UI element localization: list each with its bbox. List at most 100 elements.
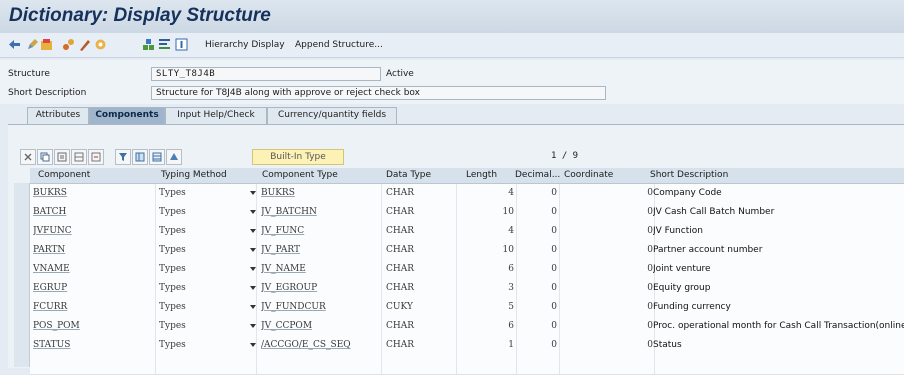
column-divider — [456, 241, 457, 260]
component-type-cell[interactable]: JV_PART — [261, 241, 379, 260]
cut-icon[interactable] — [20, 149, 36, 165]
coordinate-cell: 0 — [647, 283, 653, 293]
component-cell[interactable]: VNAME — [33, 260, 153, 279]
typing-method-cell[interactable]: Types — [159, 184, 244, 203]
typing-method-cell[interactable]: Types — [159, 222, 244, 241]
table-row[interactable]: PARTN Types JV_PART CHAR 10 0 0 Partner account… — [30, 241, 904, 261]
component-type-cell[interactable]: JV_FUNC — [261, 222, 379, 241]
col-short-description[interactable]: Short Description — [650, 170, 728, 180]
column-divider — [516, 336, 517, 355]
built-in-type-button[interactable]: Built-In Type — [252, 149, 344, 165]
data-type-cell: CHAR — [386, 264, 415, 274]
table-row[interactable]: POS_POM Types JV_CCPOM CHAR 6 0 0 Proc. operati… — [30, 317, 904, 337]
col-component[interactable]: Component — [38, 170, 90, 180]
filter-icon[interactable] — [115, 149, 131, 165]
typing-method-cell[interactable]: Types — [159, 336, 244, 355]
activate-icon[interactable] — [40, 38, 53, 51]
tab-components[interactable]: Components — [89, 107, 165, 124]
component-type-cell[interactable]: JV_BATCHN — [261, 203, 379, 222]
component-cell[interactable]: BUKRS — [33, 184, 153, 203]
object-list-icon[interactable] — [142, 38, 155, 51]
column-layout-icon[interactable] — [132, 149, 148, 165]
column-divider — [516, 241, 517, 260]
dropdown-arrow-icon[interactable] — [250, 286, 256, 290]
coordinate-cell: 0 — [647, 302, 653, 312]
component-type-cell[interactable]: BUKRS — [261, 184, 379, 203]
tab-currency-quantity-fields[interactable]: Currency/quantity fields — [267, 107, 397, 124]
column-divider — [559, 317, 560, 336]
hierarchy-tree-icon[interactable] — [158, 38, 171, 51]
dropdown-arrow-icon[interactable] — [250, 324, 256, 328]
table-row[interactable]: JVFUNC Types JV_FUNC CHAR 4 0 0 JV Function — [30, 222, 904, 242]
typing-method-cell[interactable]: Types — [159, 241, 244, 260]
paste-icon[interactable] — [54, 149, 70, 165]
column-divider — [456, 279, 457, 298]
component-type-cell[interactable]: JV_EGROUP — [261, 279, 379, 298]
table-row[interactable]: FCURR Types JV_FUNDCUR CUKY 5 0 0 Funding curre… — [30, 298, 904, 318]
col-coordinate[interactable]: Coordinate — [564, 170, 613, 180]
row-selector-column[interactable] — [14, 183, 30, 367]
table-row[interactable]: EGRUP Types JV_EGROUP CHAR 3 0 0 Equity group — [30, 279, 904, 299]
where-used-icon[interactable] — [62, 38, 75, 51]
table-row[interactable]: STATUS Types/ACCGO/E_CS_SEQ CHAR 1 0 0 Status — [30, 336, 904, 356]
col-data-type[interactable]: Data Type — [386, 170, 431, 180]
display-change-icon[interactable] — [78, 38, 91, 51]
typing-method-cell[interactable]: Types — [159, 279, 244, 298]
typing-method-cell[interactable]: Types — [159, 317, 244, 336]
dropdown-arrow-icon[interactable] — [250, 248, 256, 252]
typing-method-cell[interactable]: Types — [159, 298, 244, 317]
info-icon[interactable] — [175, 38, 188, 51]
component-cell[interactable]: BATCH — [33, 203, 153, 222]
typing-method-cell[interactable]: Types — [159, 203, 244, 222]
coordinate-cell: 0 — [647, 226, 653, 236]
column-divider — [256, 241, 257, 260]
column-divider — [381, 279, 382, 298]
column-divider — [456, 298, 457, 317]
dropdown-arrow-icon[interactable] — [250, 343, 256, 347]
component-cell[interactable]: STATUS — [33, 336, 153, 355]
dropdown-arrow-icon[interactable] — [250, 267, 256, 271]
component-cell[interactable]: FCURR — [33, 298, 153, 317]
component-type-cell[interactable]: JV_NAME — [261, 260, 379, 279]
typing-method-cell[interactable]: Types — [159, 260, 244, 279]
delete-row-icon[interactable] — [88, 149, 104, 165]
short-description-cell: JV Cash Call Batch Number — [653, 207, 775, 217]
decimal-cell: 0 — [551, 226, 557, 236]
edit-toggle-icon[interactable] — [26, 38, 39, 51]
tab-input-help-check[interactable]: Input Help/Check — [165, 107, 267, 124]
component-type-cell[interactable]: JV_FUNDCUR — [261, 298, 379, 317]
column-divider — [155, 298, 156, 317]
component-cell[interactable]: JVFUNC — [33, 222, 153, 241]
hierarchy-display-button[interactable]: Hierarchy Display — [205, 40, 285, 50]
column-divider — [256, 298, 257, 317]
append-structure-button[interactable]: Append Structure... — [295, 40, 383, 50]
table-row[interactable] — [30, 355, 904, 375]
tab-attributes[interactable]: Attributes — [27, 107, 89, 124]
component-type-cell[interactable]: /ACCGO/E_CS_SEQ — [261, 336, 379, 355]
check-icon[interactable] — [94, 38, 107, 51]
dropdown-arrow-icon[interactable] — [250, 229, 256, 233]
component-cell[interactable]: EGRUP — [33, 279, 153, 298]
col-decimal[interactable]: Decimal... — [515, 170, 560, 180]
col-component-type[interactable]: Component Type — [262, 170, 338, 180]
col-length[interactable]: Length — [466, 170, 497, 180]
copy-icon[interactable] — [37, 149, 53, 165]
find-icon[interactable] — [166, 149, 182, 165]
table-row[interactable]: BATCH Types JV_BATCHN CHAR 10 0 0 JV Cash Call … — [30, 203, 904, 223]
component-type-cell[interactable]: JV_CCPOM — [261, 317, 379, 336]
table-settings-icon[interactable] — [149, 149, 165, 165]
component-cell[interactable]: POS_POM — [33, 317, 153, 336]
dropdown-arrow-icon[interactable] — [250, 210, 256, 214]
insert-row-icon[interactable] — [71, 149, 87, 165]
table-row[interactable]: VNAME Types JV_NAME CHAR 6 0 0 Joint venture — [30, 260, 904, 280]
column-divider — [381, 317, 382, 336]
dropdown-arrow-icon[interactable] — [250, 191, 256, 195]
short-description-field[interactable]: Structure for T8J4B along with approve o… — [151, 86, 606, 100]
structure-name-field[interactable]: SLTY_T8J4B — [151, 67, 381, 81]
back-icon[interactable] — [8, 38, 21, 51]
short-description-cell: Funding currency — [653, 302, 731, 312]
dropdown-arrow-icon[interactable] — [250, 305, 256, 309]
component-cell[interactable]: PARTN — [33, 241, 153, 260]
table-row[interactable]: BUKRS Types BUKRS CHAR 4 0 0 Company Code — [30, 184, 904, 204]
col-typing-method[interactable]: Typing Method — [161, 170, 227, 180]
